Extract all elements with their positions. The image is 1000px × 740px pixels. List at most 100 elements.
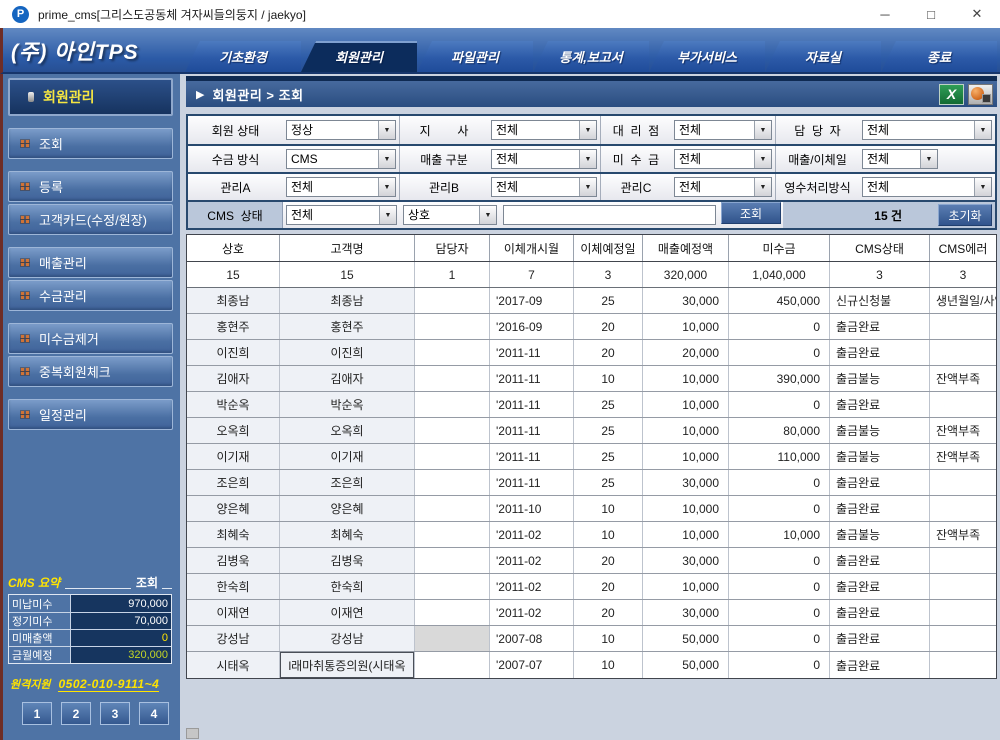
table-cell[interactable]: 0 <box>729 314 830 339</box>
search-button[interactable]: 조회 <box>721 202 781 224</box>
filter-select[interactable]: 정상▼ <box>286 120 396 140</box>
table-cell[interactable]: '2011-02 <box>490 574 574 599</box>
table-cell[interactable]: '2011-11 <box>490 444 574 469</box>
table-cell[interactable]: 이진희 <box>280 340 415 365</box>
table-cell[interactable] <box>415 314 490 339</box>
table-cell[interactable]: 출금완료 <box>830 600 930 625</box>
table-cell[interactable]: 최혜숙 <box>280 522 415 547</box>
table-cell[interactable]: '2007-08 <box>490 626 574 651</box>
table-cell[interactable]: 0 <box>729 470 830 495</box>
table-cell[interactable]: 0 <box>729 392 830 417</box>
minimize-button[interactable]: ─ <box>862 0 908 28</box>
sidebar-item[interactable]: 등록 <box>8 171 173 202</box>
table-cell[interactable]: 양은혜 <box>280 496 415 521</box>
filter-select[interactable]: 전체▼ <box>491 149 597 169</box>
chevron-down-icon[interactable]: ▼ <box>754 121 771 139</box>
table-cell[interactable]: 홍현주 <box>280 314 415 339</box>
filter-select[interactable]: 전체▼ <box>674 120 772 140</box>
table-cell[interactable]: 20 <box>574 548 643 573</box>
table-cell[interactable]: 10,000 <box>643 444 729 469</box>
sidebar-header-member-mgmt[interactable]: 회원관리 <box>8 78 173 116</box>
table-cell[interactable]: 출금완료 <box>830 574 930 599</box>
table-cell[interactable]: 450,000 <box>729 288 830 313</box>
column-header[interactable]: 상호 <box>187 235 280 261</box>
table-cell[interactable]: 30,000 <box>643 548 729 573</box>
chevron-down-icon[interactable]: ▼ <box>754 150 771 168</box>
column-header[interactable]: CMS에러 <box>930 235 996 261</box>
table-cell[interactable]: 10,000 <box>643 522 729 547</box>
filter-select[interactable]: 전체▼ <box>862 149 938 169</box>
nav-tab[interactable]: 자료실 <box>765 41 881 72</box>
chevron-down-icon[interactable]: ▼ <box>974 121 991 139</box>
table-cell[interactable]: 한숙희 <box>280 574 415 599</box>
table-cell[interactable]: 25 <box>574 392 643 417</box>
table-cell[interactable]: '2011-02 <box>490 600 574 625</box>
table-cell[interactable]: 양은혜 <box>187 496 280 521</box>
table-cell[interactable]: 이기재 <box>280 444 415 469</box>
table-cell[interactable]: 30,000 <box>643 470 729 495</box>
chevron-down-icon[interactable]: ▼ <box>754 178 771 196</box>
sidebar-item[interactable]: 수금관리 <box>8 280 173 311</box>
table-cell[interactable]: 출금완료 <box>830 496 930 521</box>
cms-status-select[interactable]: 전체 ▼ <box>286 205 397 225</box>
reset-button[interactable]: 초기화 <box>938 204 992 226</box>
table-cell[interactable]: '2011-11 <box>490 366 574 391</box>
nav-tab[interactable]: 부가서비스 <box>649 41 765 72</box>
table-cell[interactable]: 출금완료 <box>830 470 930 495</box>
resize-grip[interactable] <box>186 728 199 739</box>
table-cell[interactable]: 김병욱 <box>187 548 280 573</box>
maximize-button[interactable]: □ <box>908 0 954 28</box>
table-cell[interactable]: 최혜숙 <box>187 522 280 547</box>
table-cell[interactable]: 시태옥 <box>187 652 280 678</box>
table-cell[interactable]: '2016-09 <box>490 314 574 339</box>
table-cell[interactable]: 출금불능 <box>830 366 930 391</box>
table-cell[interactable]: 생년월일/사업자번 <box>930 288 996 313</box>
table-cell[interactable]: 조은희 <box>187 470 280 495</box>
table-cell[interactable]: 출금완료 <box>830 548 930 573</box>
table-cell[interactable]: 50,000 <box>643 626 729 651</box>
remote-support-button[interactable]: 4 <box>139 702 169 725</box>
table-cell[interactable] <box>930 600 996 625</box>
filter-select[interactable]: 전체▼ <box>674 177 772 197</box>
chevron-down-icon[interactable]: ▼ <box>920 150 937 168</box>
table-cell[interactable] <box>930 340 996 365</box>
table-cell[interactable]: 0 <box>729 340 830 365</box>
table-cell[interactable] <box>415 470 490 495</box>
table-cell[interactable]: 25 <box>574 470 643 495</box>
filter-select[interactable]: 전체▼ <box>491 120 597 140</box>
table-cell[interactable]: '2011-02 <box>490 522 574 547</box>
filter-select[interactable]: 전체▼ <box>491 177 597 197</box>
chevron-down-icon[interactable]: ▼ <box>579 121 596 139</box>
search-field-select[interactable]: 상호 ▼ <box>403 205 497 225</box>
table-cell[interactable]: 이재연 <box>187 600 280 625</box>
table-cell[interactable] <box>930 314 996 339</box>
table-cell[interactable]: 10 <box>574 652 643 678</box>
sidebar-item[interactable]: 고객카드(수정/원장) <box>8 204 173 235</box>
table-cell[interactable]: 강성남 <box>187 626 280 651</box>
table-cell[interactable]: '2011-11 <box>490 392 574 417</box>
table-cell[interactable]: 20 <box>574 574 643 599</box>
table-cell[interactable]: 10,000 <box>643 314 729 339</box>
table-cell[interactable]: 0 <box>729 600 830 625</box>
table-cell[interactable]: 20 <box>574 600 643 625</box>
sidebar-item[interactable]: 조회 <box>8 128 173 159</box>
chevron-down-icon[interactable]: ▼ <box>579 150 596 168</box>
table-cell[interactable]: 출금완료 <box>830 340 930 365</box>
table-cell[interactable]: 이진희 <box>187 340 280 365</box>
table-cell[interactable]: 50,000 <box>643 652 729 678</box>
column-header[interactable]: CMS상태 <box>830 235 930 261</box>
table-cell[interactable]: 이기재 <box>187 444 280 469</box>
table-cell[interactable]: 10 <box>574 496 643 521</box>
table-cell[interactable]: 잔액부족 <box>930 366 996 391</box>
table-cell[interactable]: 110,000 <box>729 444 830 469</box>
filter-select[interactable]: 전체▼ <box>286 177 396 197</box>
table-cell[interactable]: 25 <box>574 288 643 313</box>
table-cell[interactable] <box>415 548 490 573</box>
table-cell[interactable]: 10,000 <box>643 574 729 599</box>
chevron-down-icon[interactable]: ▼ <box>378 178 395 196</box>
table-cell[interactable]: 30,000 <box>643 288 729 313</box>
table-cell[interactable]: 잔액부족 <box>930 444 996 469</box>
table-cell[interactable]: '2011-11 <box>490 470 574 495</box>
column-header[interactable]: 이체예정일 <box>574 235 643 261</box>
table-cell[interactable]: 25 <box>574 418 643 443</box>
